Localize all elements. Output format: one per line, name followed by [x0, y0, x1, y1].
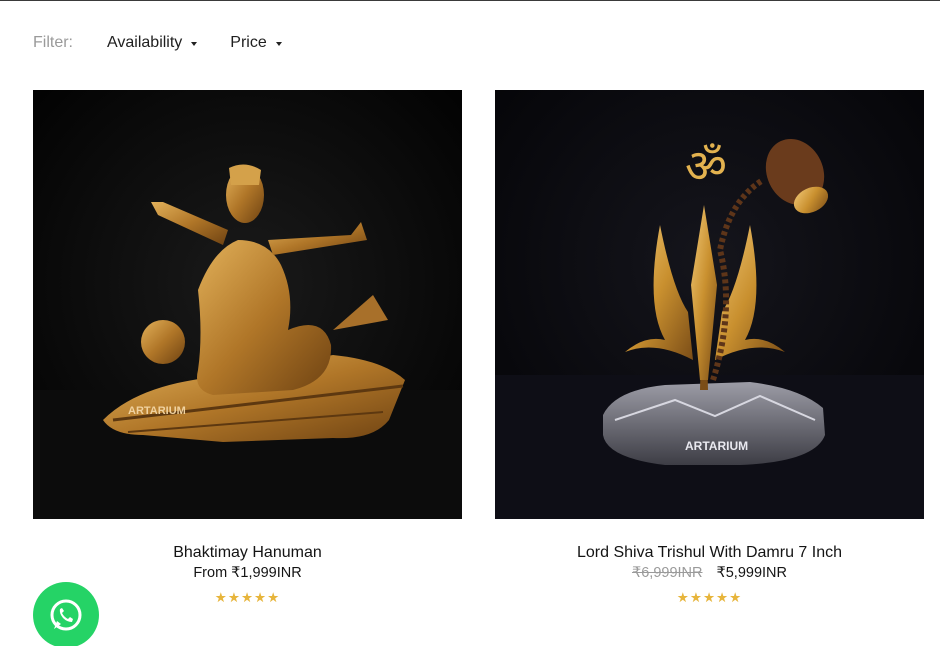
top-divider [0, 0, 940, 1]
product-sale-price: ₹5,999INR [716, 565, 787, 581]
trishul-damru-image: ॐ ARTARIUM [495, 90, 924, 519]
product-rating-stars: ★★★★★ [676, 590, 743, 605]
price-filter-dropdown[interactable]: Price [230, 34, 282, 52]
availability-filter-label: Availability [107, 34, 183, 51]
caret-down-icon [275, 41, 282, 46]
price-filter-label: Price [230, 34, 267, 51]
hanuman-statue-image: ARTARIUM [33, 90, 462, 519]
product-compare-price: ₹6,999INR [632, 565, 703, 581]
artarium-watermark: ARTARIUM [128, 405, 186, 417]
product-image-link[interactable]: ARTARIUM [33, 90, 462, 519]
product-price: ₹6,999INR ₹5,999INR [495, 565, 924, 581]
product-card: ॐ ARTARIUM Lord Shiva Trishul With Damru… [495, 90, 924, 606]
availability-filter-dropdown[interactable]: Availability [107, 34, 198, 52]
caret-down-icon [191, 41, 198, 46]
whatsapp-icon [50, 599, 82, 631]
whatsapp-chat-button[interactable] [33, 582, 99, 646]
product-image-link[interactable]: ॐ ARTARIUM [495, 90, 924, 519]
filter-label: Filter: [33, 34, 73, 51]
product-card: ARTARIUM Bhaktimay Hanuman From ₹1,999IN… [33, 90, 462, 606]
product-rating-stars: ★★★★★ [214, 590, 281, 605]
filter-bar: Filter: Availability Price [33, 31, 315, 55]
product-title[interactable]: Lord Shiva Trishul With Damru 7 Inch [495, 544, 924, 562]
artarium-watermark: ARTARIUM [685, 439, 748, 453]
product-title[interactable]: Bhaktimay Hanuman [33, 544, 462, 562]
svg-text:ॐ: ॐ [685, 139, 727, 193]
product-price: From ₹1,999INR [33, 565, 462, 581]
product-price-value: From ₹1,999INR [193, 565, 302, 581]
